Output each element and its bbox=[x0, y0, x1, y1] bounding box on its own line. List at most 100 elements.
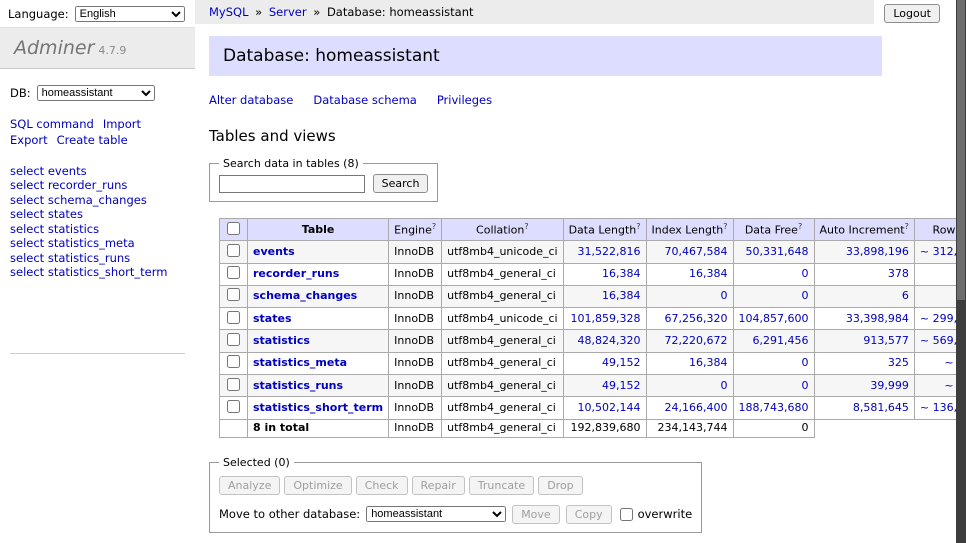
import-link[interactable]: Import bbox=[103, 117, 141, 131]
table-name-link[interactable]: states bbox=[253, 312, 292, 325]
index-length-cell[interactable]: 16,384 bbox=[646, 263, 733, 285]
row-checkbox[interactable] bbox=[227, 244, 240, 257]
data-free-cell[interactable]: 0 bbox=[733, 263, 814, 285]
column-header-collation[interactable]: Collation? bbox=[442, 219, 563, 241]
data-length-cell[interactable]: 49,152 bbox=[563, 352, 646, 374]
auto-increment-cell[interactable]: 325 bbox=[814, 352, 914, 374]
column-header-auto-increment[interactable]: Auto Increment? bbox=[814, 219, 914, 241]
analyze-button[interactable]: Analyze bbox=[219, 476, 280, 495]
table-name-link[interactable]: events bbox=[253, 245, 295, 258]
export-link[interactable]: Export bbox=[10, 133, 48, 147]
search-button[interactable]: Search bbox=[373, 174, 429, 193]
db-select[interactable]: homeassistant bbox=[37, 85, 155, 101]
index-length-cell[interactable]: 67,256,320 bbox=[646, 308, 733, 330]
sidebar-table-link[interactable]: select recorder_runs bbox=[10, 179, 185, 194]
data-length-cell[interactable]: 16,384 bbox=[563, 285, 646, 307]
search-input[interactable] bbox=[219, 175, 365, 193]
data-length-cell[interactable]: 10,502,144 bbox=[563, 397, 646, 419]
sidebar-table-link[interactable]: select statistics_runs bbox=[10, 251, 185, 266]
db-action-link[interactable]: Database schema bbox=[313, 93, 416, 107]
auto-increment-cell[interactable]: 913,577 bbox=[814, 330, 914, 352]
data-free-cell[interactable]: 104,857,600 bbox=[733, 308, 814, 330]
table-name-link[interactable]: statistics bbox=[253, 334, 310, 347]
optimize-button[interactable]: Optimize bbox=[284, 476, 351, 495]
row-checkbox[interactable] bbox=[227, 378, 240, 391]
index-length-cell[interactable]: 0 bbox=[646, 375, 733, 397]
sidebar-table-link[interactable]: select statistics bbox=[10, 222, 185, 237]
column-help-link[interactable]: ? bbox=[636, 222, 640, 231]
select-all-checkbox[interactable] bbox=[227, 222, 240, 235]
copy-button[interactable]: Copy bbox=[566, 505, 612, 524]
data-length-cell[interactable]: 31,522,816 bbox=[563, 241, 646, 263]
overwrite-option[interactable]: overwrite bbox=[618, 507, 693, 522]
drop-button[interactable]: Drop bbox=[538, 476, 582, 495]
row-checkbox[interactable] bbox=[227, 400, 240, 413]
data-length-cell[interactable]: 101,859,328 bbox=[563, 308, 646, 330]
sidebar-table-link[interactable]: select events bbox=[10, 164, 185, 179]
sidebar-table-link[interactable]: select statistics_short_term bbox=[10, 266, 185, 281]
row-checkbox[interactable] bbox=[227, 355, 240, 368]
column-header-data-length[interactable]: Data Length? bbox=[563, 219, 646, 241]
db-action-link[interactable]: Privileges bbox=[437, 93, 492, 107]
overwrite-checkbox[interactable] bbox=[620, 508, 633, 521]
data-free-cell[interactable]: 6,291,456 bbox=[733, 330, 814, 352]
totals-data-free-cell: 0 bbox=[733, 419, 814, 437]
scrollbar[interactable] bbox=[956, 0, 966, 543]
data-length-cell[interactable]: 49,152 bbox=[563, 375, 646, 397]
column-help-link[interactable]: ? bbox=[524, 222, 528, 231]
table-name-link[interactable]: schema_changes bbox=[253, 289, 357, 302]
sidebar-table-link[interactable]: select states bbox=[10, 208, 185, 223]
sidebar-table-link[interactable]: select schema_changes bbox=[10, 193, 185, 208]
logout-button[interactable]: Logout bbox=[884, 4, 940, 23]
breadcrumb-server-link[interactable]: Server bbox=[269, 5, 307, 19]
row-checkbox[interactable] bbox=[227, 288, 240, 301]
data-free-cell[interactable]: 0 bbox=[733, 285, 814, 307]
auto-increment-cell[interactable]: 33,398,984 bbox=[814, 308, 914, 330]
auto-increment-cell[interactable]: 378 bbox=[814, 263, 914, 285]
index-length-cell[interactable]: 24,166,400 bbox=[646, 397, 733, 419]
repair-button[interactable]: Repair bbox=[412, 476, 465, 495]
index-length-cell[interactable]: 70,467,584 bbox=[646, 241, 733, 263]
auto-increment-cell[interactable]: 33,898,196 bbox=[814, 241, 914, 263]
table-name-link[interactable]: recorder_runs bbox=[253, 267, 339, 280]
data-length-cell[interactable]: 16,384 bbox=[563, 263, 646, 285]
adminer-logo-link[interactable]: Adminer bbox=[14, 37, 94, 59]
move-db-select[interactable]: homeassistant bbox=[366, 506, 506, 522]
data-free-cell[interactable]: 0 bbox=[733, 375, 814, 397]
column-header-data-free[interactable]: Data Free? bbox=[733, 219, 814, 241]
scrollbar-thumb[interactable] bbox=[957, 0, 965, 300]
check-button[interactable]: Check bbox=[356, 476, 408, 495]
column-help-link[interactable]: ? bbox=[798, 222, 802, 231]
data-free-cell[interactable]: 50,331,648 bbox=[733, 241, 814, 263]
auto-increment-cell[interactable]: 39,999 bbox=[814, 375, 914, 397]
data-length-cell[interactable]: 48,824,320 bbox=[563, 330, 646, 352]
index-length-cell[interactable]: 16,384 bbox=[646, 352, 733, 374]
column-help-link[interactable]: ? bbox=[905, 222, 909, 231]
table-name-link[interactable]: statistics_short_term bbox=[253, 401, 383, 414]
auto-increment-cell[interactable]: 8,581,645 bbox=[814, 397, 914, 419]
table-name-link[interactable]: statistics_runs bbox=[253, 379, 343, 392]
column-header-table[interactable]: Table bbox=[248, 219, 389, 241]
column-help-link[interactable]: ? bbox=[723, 222, 727, 231]
column-help-link[interactable]: ? bbox=[432, 222, 436, 231]
index-length-cell[interactable]: 0 bbox=[646, 285, 733, 307]
row-checkbox[interactable] bbox=[227, 333, 240, 346]
column-header-index-length[interactable]: Index Length? bbox=[646, 219, 733, 241]
column-header-engine[interactable]: Engine? bbox=[389, 219, 442, 241]
table-name-link[interactable]: statistics_meta bbox=[253, 356, 347, 369]
db-action-link[interactable]: Alter database bbox=[209, 93, 293, 107]
create-table-side-link[interactable]: Create table bbox=[57, 133, 128, 147]
row-checkbox[interactable] bbox=[227, 311, 240, 324]
sql-command-link[interactable]: SQL command bbox=[10, 117, 94, 131]
data-free-cell[interactable]: 0 bbox=[733, 352, 814, 374]
table-row: schema_changesInnoDButf8mb4_general_ci16… bbox=[220, 285, 966, 307]
index-length-cell[interactable]: 72,220,672 bbox=[646, 330, 733, 352]
row-checkbox[interactable] bbox=[227, 266, 240, 279]
truncate-button[interactable]: Truncate bbox=[469, 476, 534, 495]
language-select[interactable]: English bbox=[75, 6, 185, 22]
breadcrumb-mysql-link[interactable]: MySQL bbox=[209, 5, 249, 19]
sidebar-table-link[interactable]: select statistics_meta bbox=[10, 237, 185, 252]
data-free-cell[interactable]: 188,743,680 bbox=[733, 397, 814, 419]
auto-increment-cell[interactable]: 6 bbox=[814, 285, 914, 307]
move-button[interactable]: Move bbox=[512, 505, 560, 524]
